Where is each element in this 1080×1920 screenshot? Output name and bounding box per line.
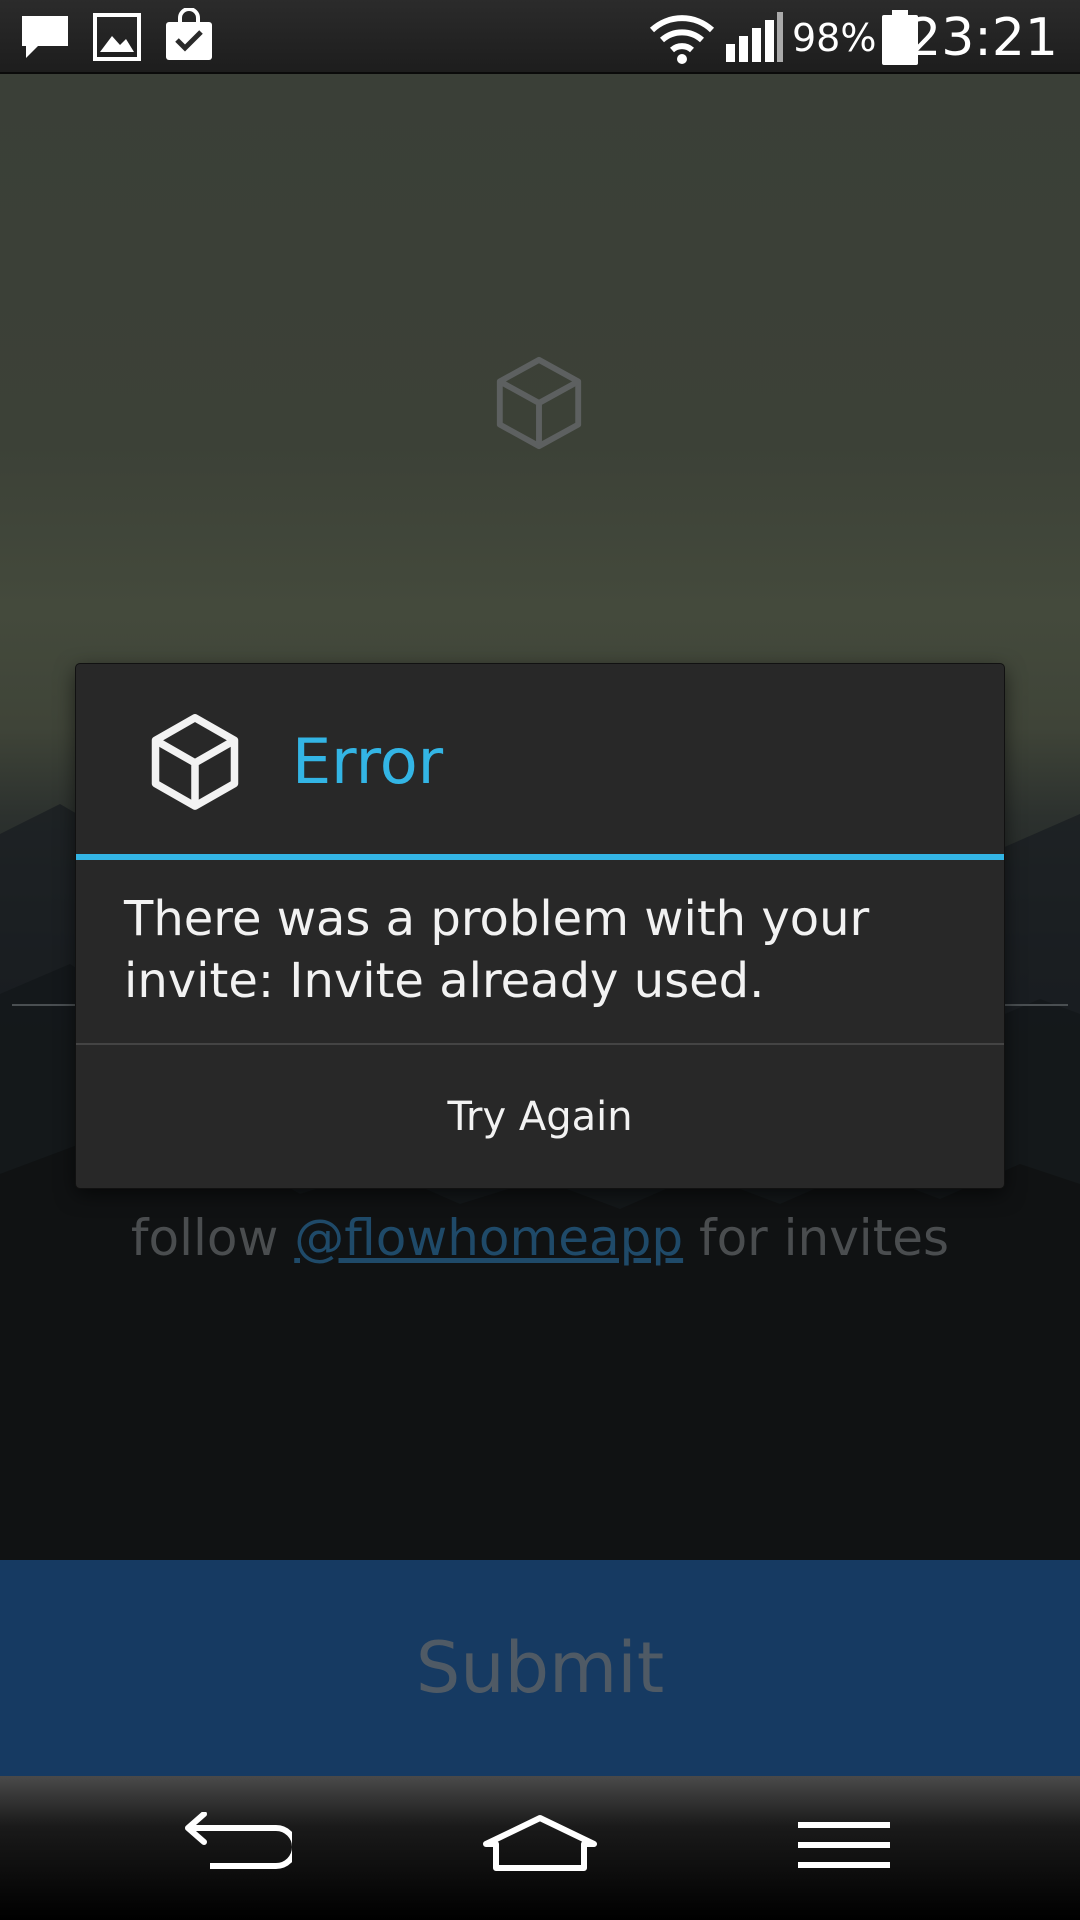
submit-button[interactable]: Submit [0,1560,1080,1776]
cube-icon [148,712,242,814]
signal-icon [724,12,784,68]
menu-icon[interactable] [794,1812,894,1888]
navigation-bar [0,1776,1080,1920]
dialog-title: Error [292,725,444,798]
clock: 23:21 [908,8,1058,68]
screen: 98% 23:21 follow @flowhomeapp for invite… [0,0,1080,1920]
try-again-button[interactable]: Try Again [76,1045,1004,1188]
cube-logo-icon [490,354,588,456]
follow-invites-text: follow @flowhomeapp for invites [0,1206,1080,1270]
dialog-title-divider [76,854,1004,860]
battery-percent: 98% [792,16,877,60]
follow-prefix: follow [130,1209,295,1267]
follow-suffix: for invites [683,1209,950,1267]
twitter-handle-link[interactable]: @flowhomeapp [294,1209,683,1267]
status-bar: 98% 23:21 [0,0,1080,74]
chat-icon [20,12,70,66]
image-icon [92,12,142,66]
dialog-message: There was a problem with your invite: In… [124,891,870,1009]
wifi-icon [648,14,716,68]
error-dialog: Error There was a problem with your invi… [76,664,1004,1188]
back-icon[interactable] [180,1811,298,1888]
dialog-header: Error [76,664,1004,854]
shopping-bag-icon [164,7,214,66]
home-icon[interactable] [480,1812,600,1888]
